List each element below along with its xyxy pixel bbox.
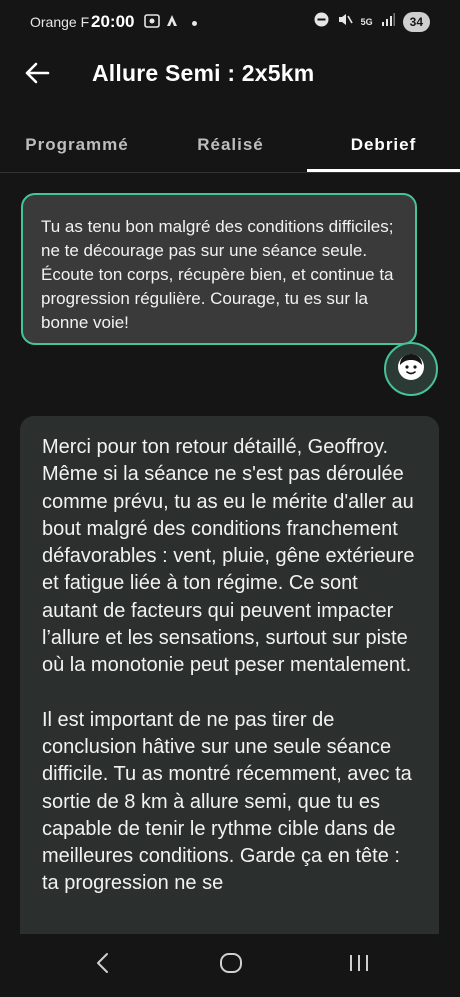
message-paragraph: Il est important de ne pas tirer de conc… xyxy=(42,708,412,895)
user-message-card: Merci pour ton retour détaillé, Geoffroy… xyxy=(20,416,439,956)
nav-recents-button[interactable] xyxy=(314,934,404,997)
strava-icon xyxy=(166,14,178,33)
carrier-label: Orange F xyxy=(30,14,90,30)
nav-recents-icon xyxy=(348,953,370,978)
message-paragraph: Merci pour ton retour détaillé, Geoffroy… xyxy=(42,436,415,677)
app-bar: Allure Semi : 2x5km xyxy=(0,46,460,104)
notification-icons xyxy=(144,14,197,33)
page-title: Allure Semi : 2x5km xyxy=(92,60,315,86)
status-bar: Orange F 20:00 5G 34 xyxy=(0,0,460,46)
screenshot-icon xyxy=(144,14,160,33)
battery-indicator: 34 xyxy=(402,12,430,32)
nav-home-icon xyxy=(219,952,243,979)
tab-realise[interactable]: Réalisé xyxy=(154,118,307,172)
nav-back-icon xyxy=(95,952,109,979)
nav-back-button[interactable] xyxy=(57,934,147,997)
tab-debrief[interactable]: Debrief xyxy=(307,118,460,172)
more-notifications-dot xyxy=(192,21,197,26)
back-button[interactable] xyxy=(20,58,54,92)
nav-home-button[interactable] xyxy=(186,934,276,997)
mute-icon xyxy=(337,12,353,32)
system-icons: 5G 34 xyxy=(314,12,430,32)
network-label: 5G xyxy=(360,17,373,27)
clock: 20:00 xyxy=(91,12,135,31)
tab-programme[interactable]: Programmé xyxy=(0,118,154,172)
coach-avatar[interactable] xyxy=(384,342,438,396)
signal-icon xyxy=(381,13,395,31)
system-nav-bar xyxy=(0,934,460,997)
tab-bar: Programmé Réalisé Debrief xyxy=(0,118,460,173)
coach-face-icon xyxy=(396,352,426,387)
coach-message-bubble: Tu as tenu bon malgré des conditions dif… xyxy=(21,193,417,345)
active-tab-indicator xyxy=(307,169,460,172)
arrow-left-icon xyxy=(24,62,50,89)
do-not-disturb-icon xyxy=(314,12,329,32)
